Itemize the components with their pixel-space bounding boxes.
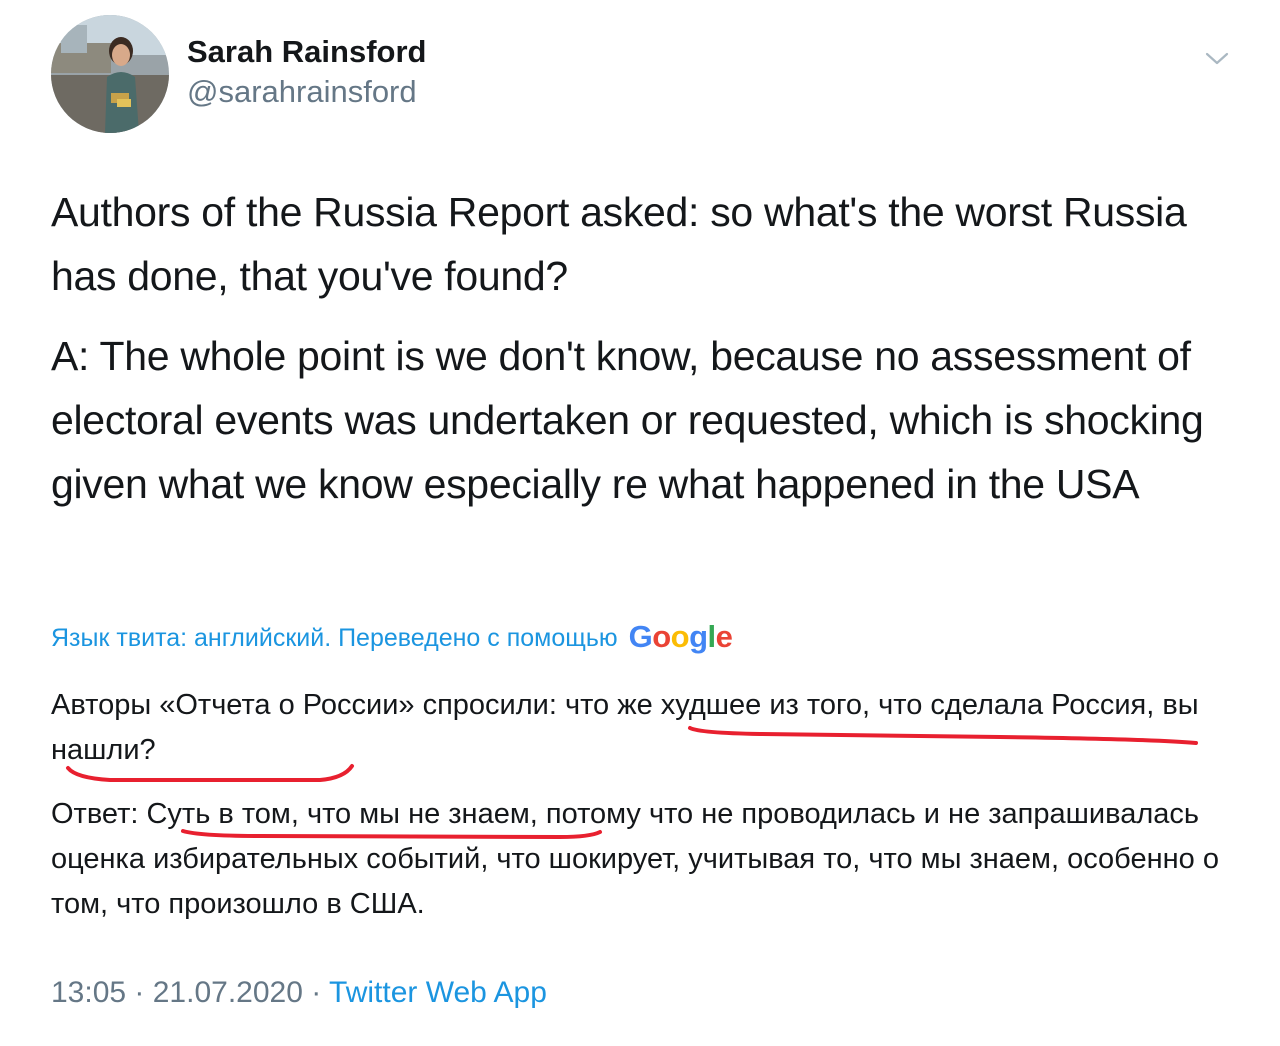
google-logo-letter: l: [707, 619, 717, 654]
google-logo-letter: e: [715, 619, 733, 654]
avatar[interactable]: [51, 15, 169, 133]
google-logo-letter: G: [628, 619, 653, 654]
google-logo: Google: [629, 619, 733, 655]
tweet-time[interactable]: 13:05: [51, 976, 126, 1009]
author-name[interactable]: Sarah Rainsford: [187, 34, 426, 70]
meta-separator: ·: [302, 976, 330, 1009]
google-logo-letter: g: [689, 619, 708, 654]
tweet-source[interactable]: Twitter Web App: [329, 976, 547, 1009]
tweet-text: Authors of the Russia Report asked: so w…: [51, 180, 1251, 516]
author-handle[interactable]: @sarahrainsford: [187, 74, 417, 110]
tweet-meta: 13:05 · 21.07.2020 · Twitter Web App: [51, 976, 547, 1010]
google-logo-letter: o: [652, 619, 671, 654]
chevron-down-icon[interactable]: [1204, 48, 1230, 68]
tweet-date[interactable]: 21.07.2020: [153, 976, 303, 1009]
translation-note-text: Язык твита: английский. Переведено с пом…: [51, 623, 618, 652]
tweet-paragraph: Authors of the Russia Report asked: so w…: [51, 189, 1187, 299]
meta-separator: ·: [126, 976, 153, 1009]
google-logo-letter: o: [670, 619, 690, 654]
translated-paragraph: Авторы «Отчета о России» спросили: что ж…: [51, 689, 1199, 766]
tweet-paragraph: A: The whole point is we don't know, bec…: [51, 333, 1204, 507]
profile-photo: [51, 15, 169, 133]
translated-text: Авторы «Отчета о России» спросили: что ж…: [51, 683, 1231, 927]
translated-paragraph: Ответ: Суть в том, что мы не знаем, пото…: [51, 798, 1219, 920]
translation-note[interactable]: Язык твита: английский. Переведено с пом…: [51, 619, 733, 656]
